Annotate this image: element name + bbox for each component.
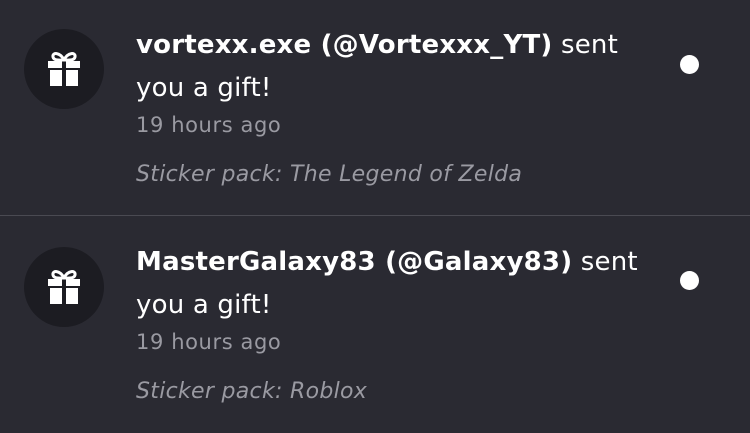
notification-content: vortexx.exe (@Vortexxx_YT) sent you a gi…: [136, 24, 646, 190]
notification-item[interactable]: vortexx.exe (@Vortexxx_YT) sent you a gi…: [0, 0, 750, 215]
notification-time: 19 hours ago: [136, 113, 282, 137]
unread-indicator: [680, 271, 699, 290]
notification-message: MasterGalaxy83 (@Galaxy83) sent you a gi…: [136, 241, 646, 327]
notification-list: vortexx.exe (@Vortexxx_YT) sent you a gi…: [0, 0, 750, 433]
notification-message: vortexx.exe (@Vortexxx_YT) sent you a gi…: [136, 24, 646, 110]
notification-time: 19 hours ago: [136, 330, 282, 354]
gift-avatar: [24, 247, 104, 327]
gift-icon: [48, 270, 80, 304]
notification-content: MasterGalaxy83 (@Galaxy83) sent you a gi…: [136, 241, 646, 407]
notification-detail: Sticker pack: The Legend of Zelda: [136, 162, 523, 187]
sender-name[interactable]: vortexx.exe (@Vortexxx_YT): [136, 30, 553, 60]
sender-name[interactable]: MasterGalaxy83 (@Galaxy83): [136, 247, 572, 277]
gift-icon: [48, 52, 80, 86]
unread-indicator: [680, 55, 699, 74]
gift-avatar: [24, 29, 104, 109]
notification-detail: Sticker pack: Roblox: [136, 379, 368, 404]
notification-item[interactable]: MasterGalaxy83 (@Galaxy83) sent you a gi…: [0, 215, 750, 432]
